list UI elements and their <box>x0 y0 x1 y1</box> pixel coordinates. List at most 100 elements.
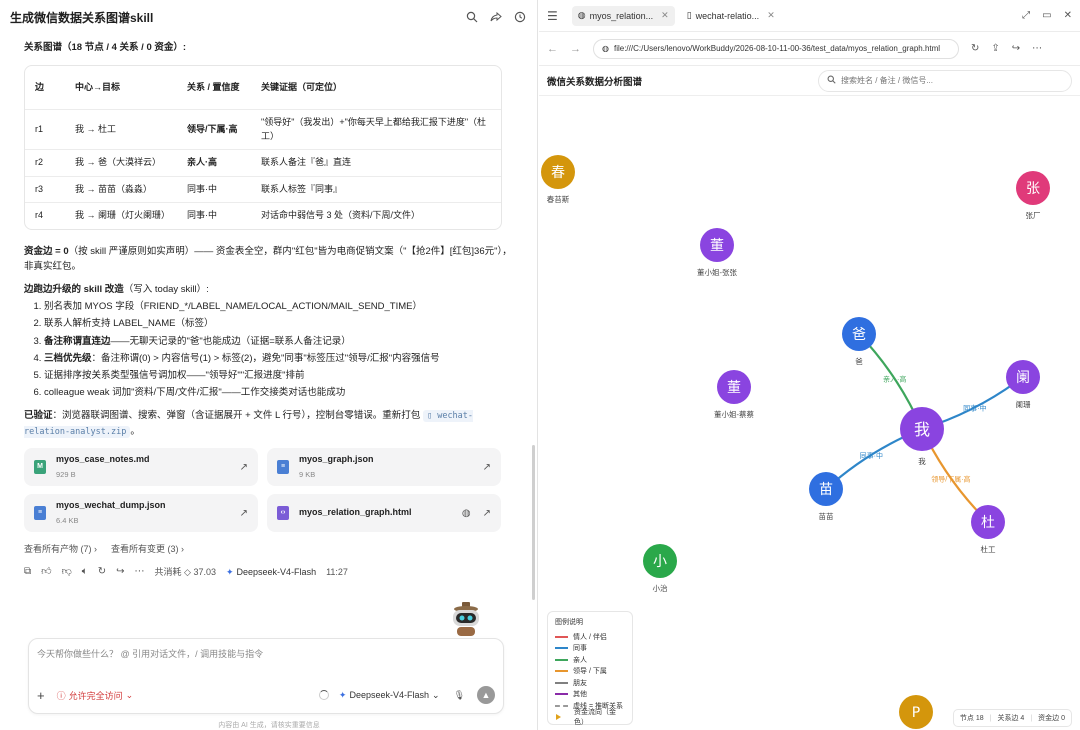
robot-mascot-icon[interactable] <box>447 600 485 638</box>
file-card[interactable]: ‹› myos_relation_graph.html ◍ ↗ <box>267 493 501 532</box>
message-body: 关系图谱（18 节点 / 4 关系 / 0 资金）: 边 中心→目标 关系 / … <box>0 34 537 580</box>
edge-relation: 亲人·高 <box>177 150 251 177</box>
legend-swatch <box>555 693 568 696</box>
legend-swatch <box>555 635 568 638</box>
graph-node-char: 董 <box>710 238 724 254</box>
graph-node-char: 张 <box>1026 181 1040 197</box>
search-box[interactable] <box>818 69 1072 92</box>
thumbs-down-icon[interactable]: 👎︎ <box>62 564 72 580</box>
copy-icon[interactable]: ⧉ <box>24 564 31 580</box>
list-item: 别名表加 MYOS 字段（FRIEND_*/LABEL_NAME/LOCAL_A… <box>44 299 513 314</box>
legend-swatch-dashed <box>555 704 568 707</box>
edge-evidence: 对话命中弱信号 3 处（资料/下周/文件） <box>261 210 421 221</box>
file-size: 929 B <box>56 469 76 479</box>
upgrade-heading-rest: （写入 today skill）: <box>123 284 209 296</box>
more-icon[interactable]: ⋯ <box>135 564 145 580</box>
search-icon[interactable] <box>465 10 479 24</box>
scrollbar[interactable] <box>532 445 535 600</box>
speaker-icon[interactable]: 🔈︎ <box>82 564 88 580</box>
expand-icon[interactable]: ⤢ <box>1022 10 1030 21</box>
file-name: myos_graph.json <box>299 454 374 465</box>
close-icon[interactable]: ✕ <box>1064 10 1072 21</box>
globe-icon: ◍ <box>577 10 586 20</box>
edge-id: r3 <box>25 177 65 204</box>
thumbs-up-icon[interactable]: 👍︎ <box>41 564 51 580</box>
graph-node-char: 杜 <box>981 515 995 531</box>
legend-item: 亲人 <box>555 654 625 666</box>
forward-icon[interactable]: → <box>570 43 581 55</box>
legend-title: 图例说明 <box>555 619 583 626</box>
fund-count: 资金边 0 <box>1038 715 1065 722</box>
graph-node-label: 苗苗 <box>819 512 834 521</box>
legend-item: 朋友 <box>555 677 625 689</box>
microphone-icon[interactable]: 🎙︎ <box>454 690 465 701</box>
graph-node-label: 阑珊 <box>1016 399 1032 409</box>
legend-swatch <box>555 670 568 673</box>
graph-node-char: 董 <box>727 380 741 396</box>
file-name: myos_case_notes.md <box>56 454 150 465</box>
back-icon[interactable]: ← <box>547 43 558 55</box>
list-item: 联系人解析支持 LABEL_NAME（标签） <box>44 316 513 331</box>
history-icon[interactable] <box>513 10 527 24</box>
list-item: colleague weak 词加"资料/下周/文件/汇报"——工作交接类对话也… <box>44 385 513 400</box>
file-card[interactable]: M myos_case_notes.md 929 B ↗ <box>24 447 258 486</box>
tab-label: myos_relation... <box>589 10 654 21</box>
open-external-icon[interactable]: ↗ <box>240 460 248 476</box>
graph-edge-label: 同事·中 <box>860 451 883 460</box>
edge-relation: 领导/下属·高 <box>177 110 251 151</box>
edge-id: r4 <box>35 210 44 221</box>
url-field[interactable]: ◍ file:///C:/Users/lenovo/WorkBuddy/2026… <box>593 38 959 59</box>
graph-node-char: P <box>912 705 920 721</box>
message-composer[interactable]: 今天帮你做些什么？ @ 引用对话文件，/ 调用技能与指令 + ⓘ 允许完全访问 ⌄… <box>28 638 504 714</box>
graph-node-char: 我 <box>914 420 930 439</box>
tab-relation-graph[interactable]: ◍ myos_relation... ✕ <box>571 5 675 26</box>
upload-icon[interactable]: ⇪ <box>991 43 999 54</box>
close-icon[interactable]: ✕ <box>661 10 669 21</box>
globe-icon[interactable]: ◍ <box>462 506 471 522</box>
add-icon[interactable]: + <box>37 688 45 703</box>
graph-node-char: 爸 <box>852 327 866 343</box>
share-icon[interactable]: ↪ <box>1012 43 1020 54</box>
open-external-icon[interactable]: ↗ <box>483 460 491 476</box>
message-actions: ⧉ 👍︎ 👎︎ 🔈︎ ↻ ↪ ⋯ 共消耗 ◇ 37.03 ✦ Deepseek-V… <box>24 564 513 580</box>
file-card[interactable]: ≡ myos_graph.json 9 KB ↗ <box>267 447 501 486</box>
all-changes-link[interactable]: 查看所有变更 (3) › <box>111 542 184 556</box>
legend-swatch <box>555 658 568 661</box>
json-file-icon: ≡ <box>277 459 289 474</box>
model-selector[interactable]: ✦ Deepseek-V4-Flash ⌄ <box>339 690 440 701</box>
composer-input[interactable]: 今天帮你做些什么？ @ 引用对话文件，/ 调用技能与指令 <box>37 647 263 660</box>
table-header: 关键证据（可定位） <box>251 66 501 111</box>
sidebar-toggle-icon[interactable]: ▭ <box>1042 10 1051 21</box>
open-external-icon[interactable]: ↗ <box>483 506 491 522</box>
open-external-icon[interactable]: ↗ <box>240 506 248 522</box>
file-size: 6.4 KB <box>56 515 79 525</box>
url-text: file:///C:/Users/lenovo/WorkBuddy/2026-0… <box>613 44 941 53</box>
file-icon: ▯ <box>686 10 692 20</box>
edge-target: 我 → 阑珊（灯火阑珊） <box>75 210 171 221</box>
search-icon <box>827 75 836 86</box>
close-icon[interactable]: ✕ <box>767 10 775 21</box>
page-header: 微信关系数据分析图谱 <box>539 66 1080 96</box>
access-mode-toggle[interactable]: ⓘ 允许完全访问 ⌄ <box>57 689 134 702</box>
verified-label: 已验证 <box>24 410 53 422</box>
html-file-icon: ‹› <box>277 505 289 520</box>
table-row: r3 我 → 苗苗（淼淼） 同事·中 联系人标签『同事』 <box>25 177 501 204</box>
edge-count: 关系边 4 <box>997 715 1025 722</box>
file-card[interactable]: ≡ myos_wechat_dump.json 6.4 KB ↗ <box>24 493 258 532</box>
more-icon[interactable]: ⋯ <box>1032 43 1042 54</box>
reload-icon[interactable]: ↻ <box>971 43 979 54</box>
edge-id: r1 <box>25 110 65 151</box>
menu-icon[interactable]: ☰ <box>547 9 558 23</box>
search-input[interactable] <box>841 76 1051 85</box>
edge-relation: 同事·中 <box>177 177 251 204</box>
retry-icon[interactable]: ↻ <box>98 564 106 580</box>
table-row: r1 我 → 杜工 领导/下属·高 "领导好"（我发出）+"你每天早上都给我汇报… <box>25 110 501 151</box>
graph-node-char: 春 <box>551 165 565 181</box>
file-grid: M myos_case_notes.md 929 B ↗ ≡ myos_grap… <box>24 447 513 532</box>
send-button[interactable]: ▲ <box>477 686 495 704</box>
share-icon[interactable]: ↪ <box>116 564 124 580</box>
share-icon[interactable] <box>489 10 503 24</box>
page-title: 微信关系数据分析图谱 <box>547 76 643 88</box>
tab-wechat-relation[interactable]: ▯ wechat-relatio... ✕ <box>681 6 781 26</box>
all-outputs-link[interactable]: 查看所有产物 (7) › <box>24 542 97 556</box>
